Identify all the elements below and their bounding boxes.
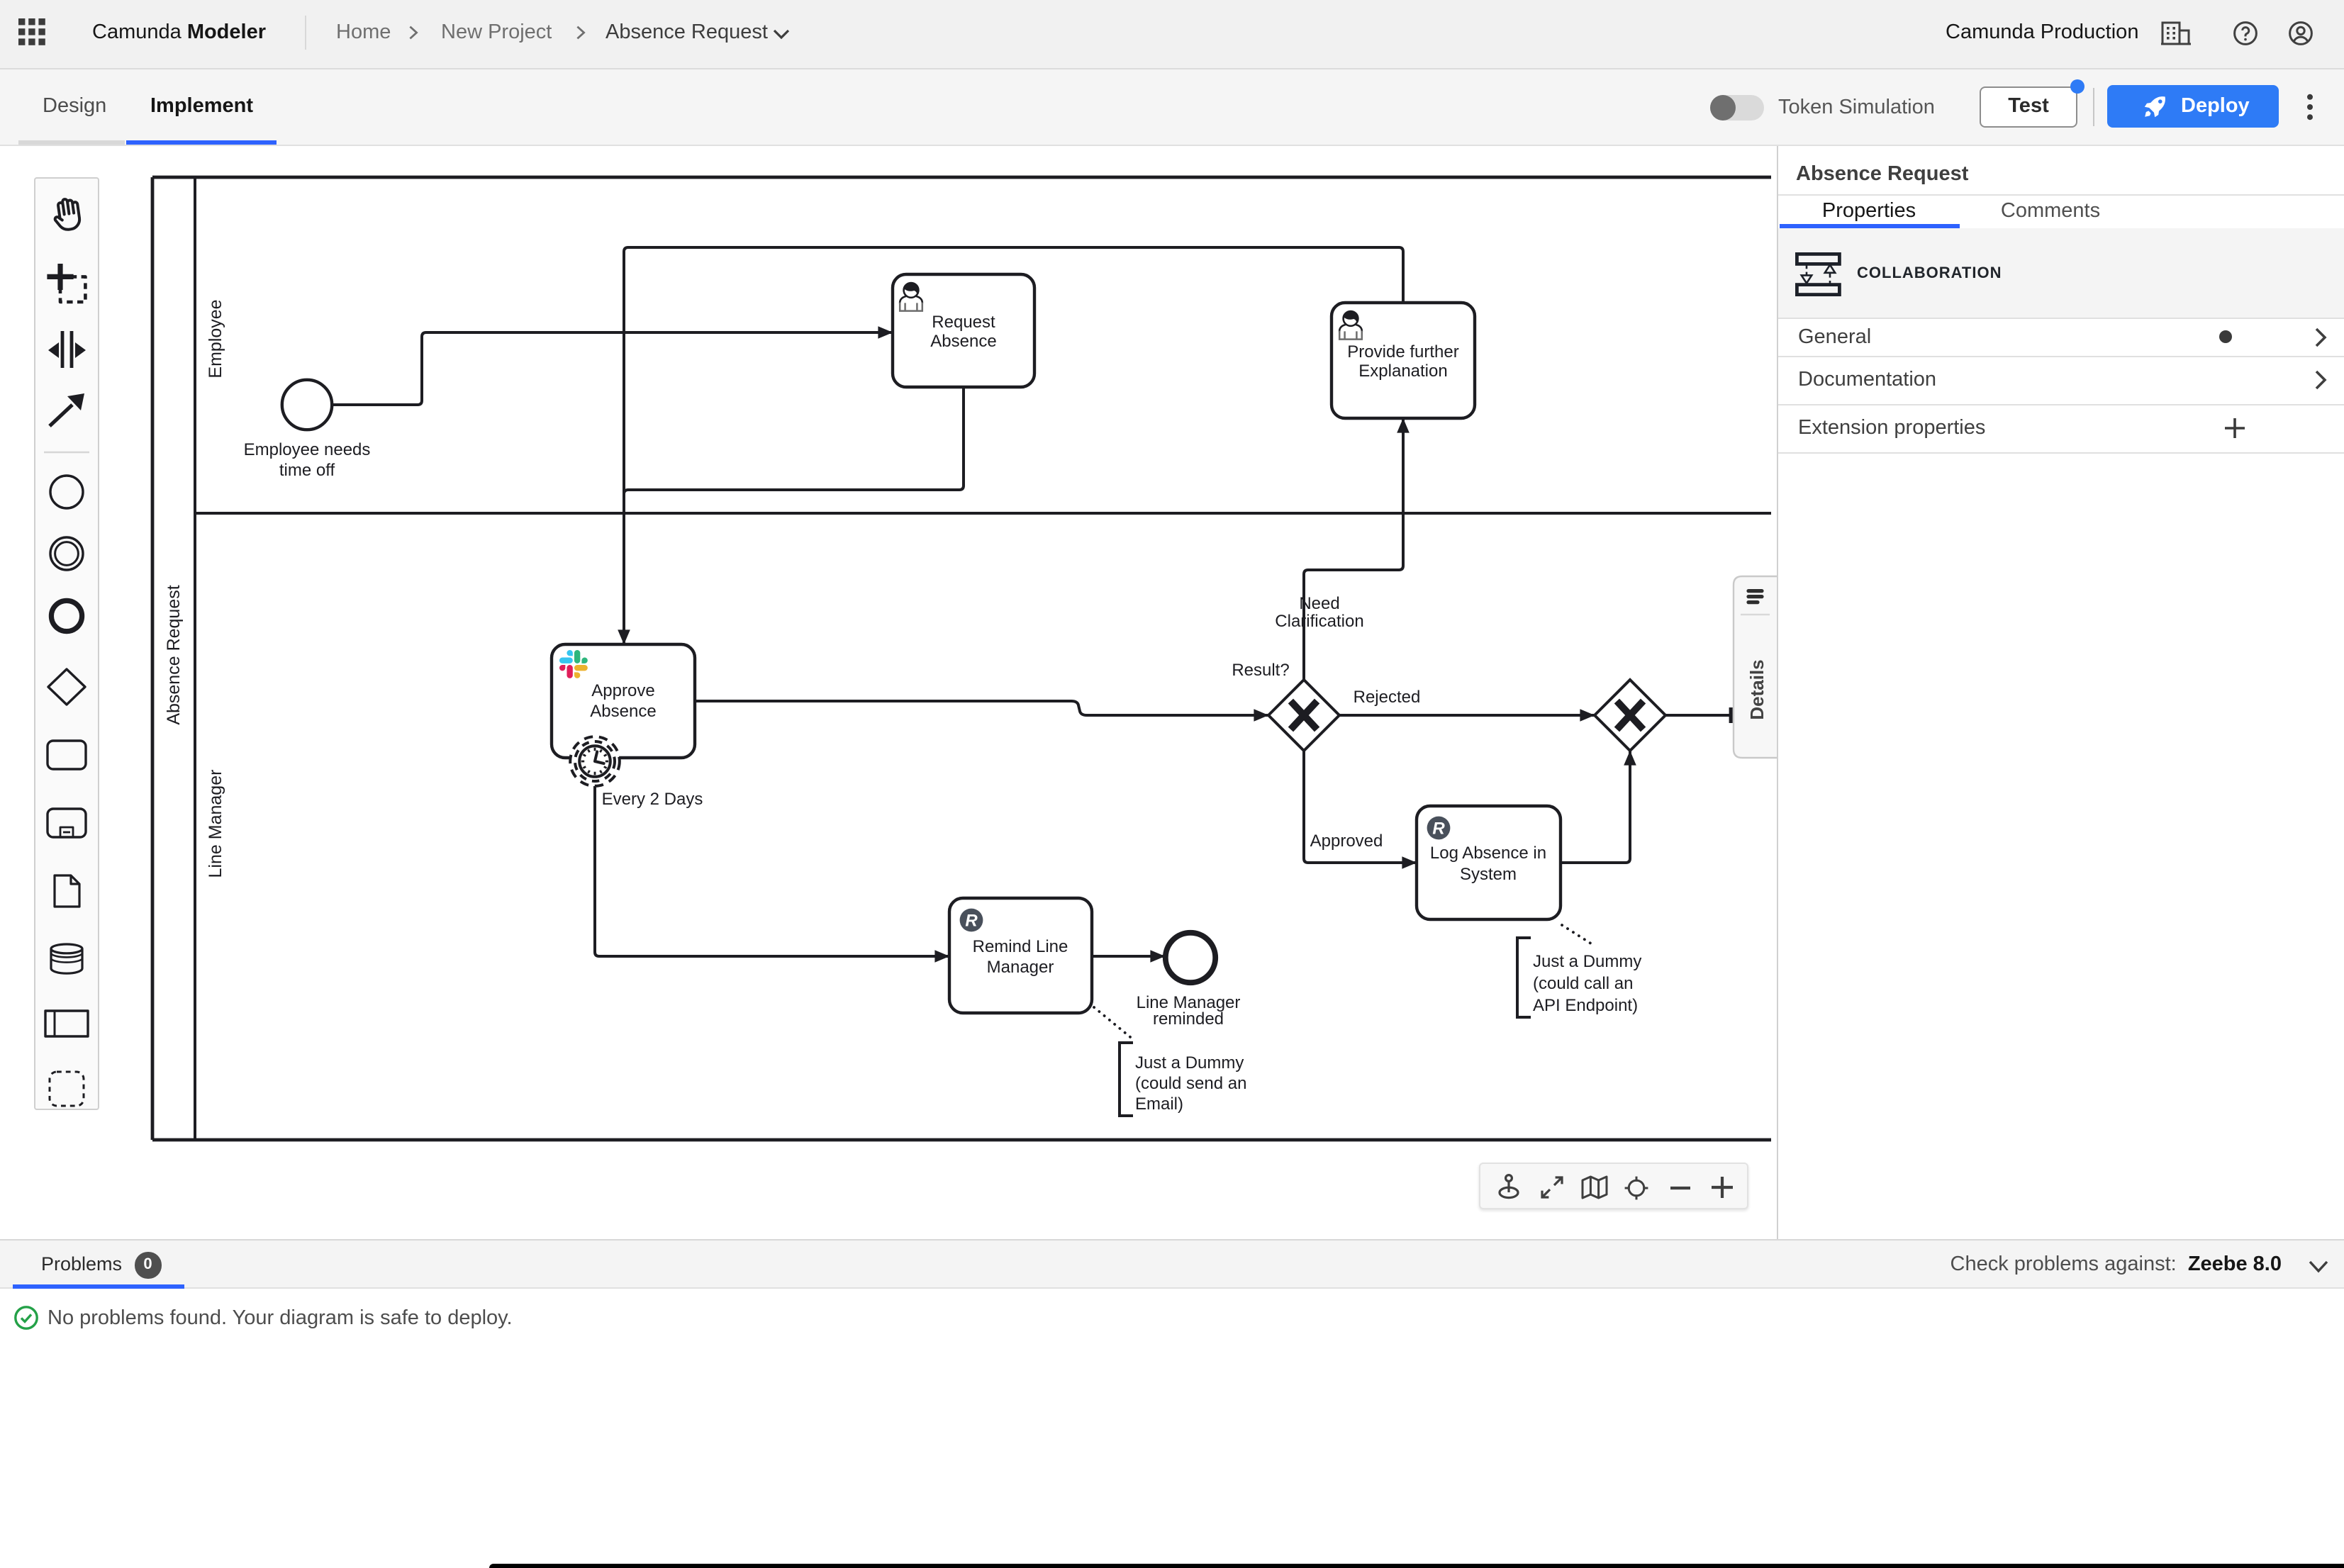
svg-text:Line Manager: Line Manager [206, 770, 225, 878]
svg-text:Absence: Absence [930, 332, 996, 351]
svg-text:(could send an: (could send an [1135, 1074, 1246, 1093]
svg-text:Provide further: Provide further [1347, 342, 1458, 362]
svg-text:Just a Dummy: Just a Dummy [1533, 952, 1641, 971]
svg-text:(could call an: (could call an [1533, 974, 1633, 993]
svg-text:Remind Line: Remind Line [973, 937, 1068, 956]
svg-text:Employee: Employee [206, 299, 225, 378]
svg-text:Details: Details [1746, 659, 1768, 719]
svg-text:Rejected: Rejected [1354, 688, 1421, 707]
svg-text:Log Absence in: Log Absence in [1430, 844, 1546, 863]
svg-text:Absence: Absence [590, 702, 656, 721]
svg-text:Clarification: Clarification [1275, 612, 1363, 631]
svg-text:Need: Need [1299, 594, 1339, 613]
svg-text:Just a Dummy: Just a Dummy [1135, 1053, 1244, 1073]
svg-text:Approved: Approved [1310, 831, 1383, 851]
svg-text:API Endpoint): API Endpoint) [1533, 996, 1638, 1015]
svg-text:Explanation: Explanation [1358, 362, 1447, 381]
svg-text:reminded: reminded [1153, 1009, 1224, 1029]
svg-text:Approve: Approve [591, 681, 654, 700]
svg-text:Request: Request [932, 313, 995, 332]
svg-text:Every 2 Days: Every 2 Days [602, 790, 703, 809]
svg-text:System: System [1460, 865, 1517, 884]
svg-text:Manager: Manager [987, 958, 1054, 977]
svg-text:Employee needs: Employee needs [244, 440, 371, 459]
svg-text:Email): Email) [1135, 1094, 1183, 1114]
svg-text:Absence Request: Absence Request [164, 585, 184, 724]
svg-text:Result?: Result? [1232, 661, 1289, 680]
svg-text:time off: time off [279, 461, 335, 480]
